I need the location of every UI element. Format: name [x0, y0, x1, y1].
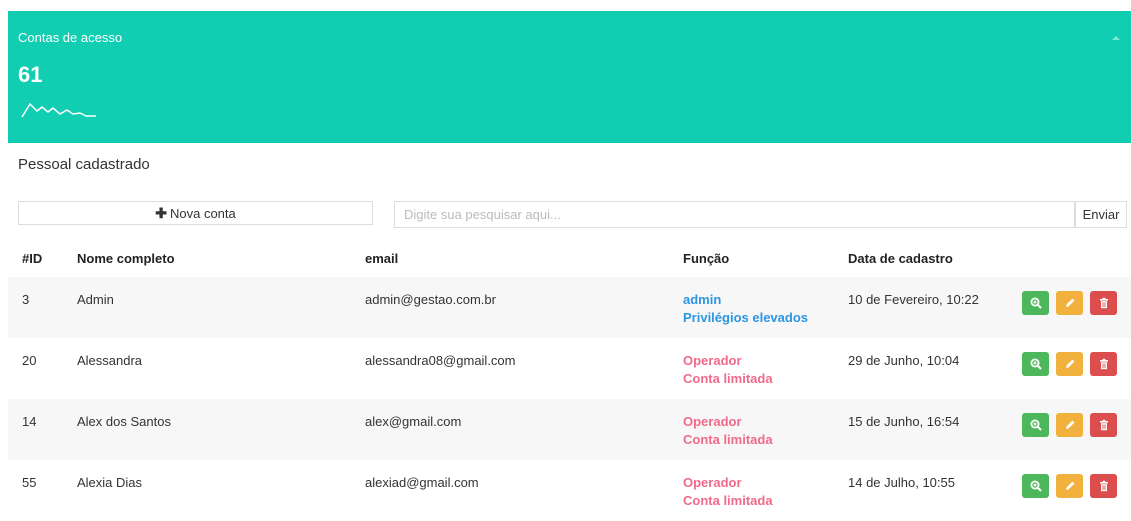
new-account-label: Nova conta	[169, 205, 236, 221]
edit-button[interactable]	[1056, 413, 1083, 437]
card-title: Contas de acesso	[18, 30, 123, 45]
edit-button[interactable]	[1056, 352, 1083, 376]
role-name: admin	[683, 292, 722, 307]
view-button[interactable]	[1022, 474, 1049, 498]
role-name: Operador	[683, 475, 742, 490]
row-date: 10 de Fevereiro, 10:22	[848, 292, 979, 307]
table-row: 3 Admin admin@gestao.com.br admin Privil…	[8, 277, 1131, 338]
header-role: Função	[683, 251, 730, 266]
zoom-in-icon	[1030, 480, 1042, 492]
send-button[interactable]: Enviar	[1075, 201, 1127, 228]
role-name: Operador	[683, 353, 742, 368]
role-detail: Conta limitada	[683, 432, 773, 447]
collapse-caret-icon[interactable]	[1112, 36, 1120, 40]
table-row: 20 Alessandra alessandra08@gmail.com Ope…	[8, 338, 1131, 399]
section-title: Pessoal cadastrado	[18, 156, 150, 173]
delete-button[interactable]	[1090, 413, 1117, 437]
trash-icon	[1099, 480, 1108, 492]
row-actions	[1022, 474, 1117, 498]
row-id: 55	[22, 475, 37, 490]
edit-button[interactable]	[1056, 474, 1083, 498]
table-header: #ID Nome completo email Função Data de c…	[8, 238, 1131, 277]
pencil-icon	[1065, 481, 1074, 490]
row-role: Operador Conta limitada	[683, 475, 773, 508]
search-input[interactable]	[394, 201, 1075, 228]
new-account-button[interactable]: ✚ Nova conta	[18, 201, 373, 225]
access-accounts-card: Contas de acesso 61	[8, 11, 1131, 143]
row-email: admin@gestao.com.br	[365, 292, 496, 307]
row-name: Alex dos Santos	[77, 414, 171, 429]
delete-button[interactable]	[1090, 291, 1117, 315]
row-actions	[1022, 352, 1117, 376]
row-id: 14	[22, 414, 37, 429]
row-date: 15 de Junho, 16:54	[848, 414, 960, 429]
view-button[interactable]	[1022, 413, 1049, 437]
row-email: alessandra08@gmail.com	[365, 353, 516, 368]
header-id: #ID	[22, 251, 43, 266]
header-email: email	[365, 251, 399, 266]
row-name: Admin	[77, 292, 114, 307]
view-button[interactable]	[1022, 291, 1049, 315]
row-role: Operador Conta limitada	[683, 414, 773, 447]
row-name: Alexia Dias	[77, 475, 143, 490]
zoom-in-icon	[1030, 419, 1042, 431]
zoom-in-icon	[1030, 358, 1042, 370]
view-button[interactable]	[1022, 352, 1049, 376]
header-name: Nome completo	[77, 251, 175, 266]
zoom-in-icon	[1030, 297, 1042, 309]
row-actions	[1022, 291, 1117, 315]
row-role: admin Privilégios elevados	[683, 292, 808, 325]
row-name: Alessandra	[77, 353, 143, 368]
accounts-table: #ID Nome completo email Função Data de c…	[8, 238, 1131, 521]
delete-button[interactable]	[1090, 474, 1117, 498]
edit-button[interactable]	[1056, 291, 1083, 315]
trash-icon	[1099, 358, 1108, 370]
table-row: 55 Alexia Dias alexiad@gmail.com Operado…	[8, 460, 1131, 521]
pencil-icon	[1065, 359, 1074, 368]
role-name: Operador	[683, 414, 742, 429]
trash-icon	[1099, 419, 1108, 431]
row-id: 20	[22, 353, 37, 368]
row-role: Operador Conta limitada	[683, 353, 773, 386]
role-detail: Privilégios elevados	[683, 310, 809, 325]
row-email: alex@gmail.com	[365, 414, 462, 429]
row-email: alexiad@gmail.com	[365, 475, 479, 490]
row-date: 29 de Junho, 10:04	[848, 353, 960, 368]
row-id: 3	[22, 292, 30, 307]
header-date: Data de cadastro	[848, 251, 953, 266]
table-row: 14 Alex dos Santos alex@gmail.com Operad…	[8, 399, 1131, 460]
role-detail: Conta limitada	[683, 371, 773, 386]
row-date: 14 de Julho, 10:55	[848, 475, 955, 490]
delete-button[interactable]	[1090, 352, 1117, 376]
trash-icon	[1099, 297, 1108, 309]
row-actions	[1022, 413, 1117, 437]
plus-icon: ✚	[155, 204, 167, 221]
card-count: 61	[18, 62, 43, 87]
pencil-icon	[1065, 420, 1074, 429]
pencil-icon	[1065, 298, 1074, 307]
sparkline-icon	[21, 103, 96, 118]
